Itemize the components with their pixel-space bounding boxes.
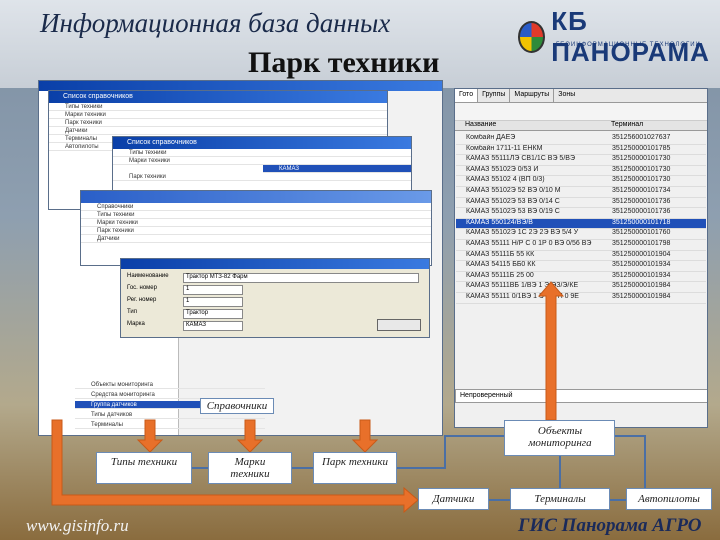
label-autopilots: Автопилоты <box>638 493 700 505</box>
label-fleet: Парк техники <box>321 456 388 468</box>
footer-brand: ГИС Панорама АГРО <box>518 515 702 536</box>
label-monitoring-objects: Объекты мониторинга <box>528 425 592 449</box>
label-types: Типы техники <box>110 456 178 468</box>
label-brands: Марки техники <box>230 456 270 480</box>
footer-url[interactable]: www.gisinfo.ru <box>26 516 129 536</box>
arrow-to-types <box>136 419 164 453</box>
connector-monitoring-autopilots <box>615 435 646 488</box>
label-sensors: Датчики <box>432 493 475 505</box>
connector-fleet-monitoring <box>397 435 504 469</box>
arrow-to-fleet <box>351 419 379 453</box>
arrow-to-objects-table <box>537 281 565 421</box>
label-terminals: Терминалы <box>534 493 586 505</box>
slide: Информационная база данных Парк техники … <box>0 0 720 540</box>
label-reference: Справочники <box>200 398 274 414</box>
arrow-to-brands <box>236 419 264 453</box>
